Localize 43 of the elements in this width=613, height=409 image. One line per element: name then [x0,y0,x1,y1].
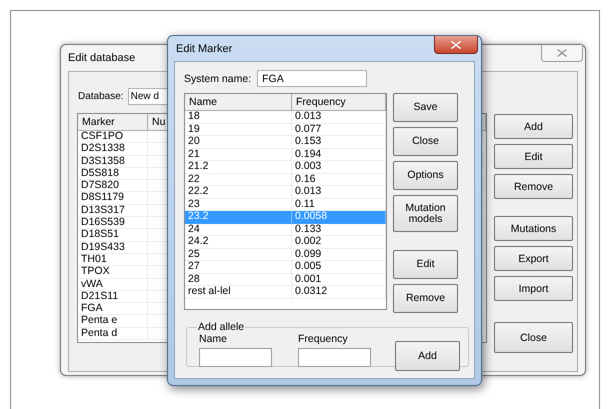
action-button[interactable]: Import [494,276,573,301]
allele-row[interactable]: 22 0.16 [185,174,386,186]
action-button[interactable]: Close [393,127,458,156]
action-button[interactable]: Edit [393,250,458,279]
action-button[interactable]: Edit [494,144,573,169]
allele-row[interactable]: 22.2 0.013 [185,186,386,198]
system-name-label: System name: [184,72,252,84]
column-header[interactable]: Frequency [292,94,386,110]
close-icon [451,40,461,48]
allele-row[interactable]: 19 0.077 [185,124,386,136]
frequency-label: Frequency [298,333,349,345]
allele-row[interactable]: 28 0.001 [185,274,386,286]
action-button[interactable]: Mutations [494,216,573,241]
allele-row[interactable]: 21.2 0.003 [185,161,386,174]
action-button[interactable]: Mutation models [393,195,458,232]
window-title: Edit database [68,52,136,64]
database-label: Database: [78,91,124,102]
allele-row[interactable]: 24.2 0.002 [185,236,386,248]
allele-row[interactable]: 27 0.005 [185,261,386,274]
name-field[interactable] [199,348,272,367]
close-icon [557,49,567,57]
action-button[interactable]: Close [494,322,573,353]
name-label: Name [199,333,228,345]
column-header[interactable]: Name [185,94,292,110]
system-name-field[interactable]: FGA [257,70,368,87]
dialog-title: Edit Marker [176,42,232,54]
action-button[interactable]: Save [393,93,458,122]
action-button[interactable]: Remove [494,174,573,199]
allele-row[interactable]: 24 0.133 [185,224,386,236]
close-button[interactable] [434,36,478,54]
action-button[interactable]: Options [393,161,458,190]
allele-row[interactable]: rest al-lel 0.0312 [185,286,386,298]
action-button[interactable]: Export [494,246,573,271]
allele-row[interactable]: 25 0.099 [185,248,386,261]
add-button[interactable]: Add [395,341,460,371]
action-button[interactable]: Add [494,114,573,139]
frequency-field[interactable] [298,348,371,367]
allele-row[interactable]: 21 0.194 [185,148,386,161]
column-header[interactable]: Marker [78,114,148,130]
group-title: Add allele [197,321,246,333]
action-button[interactable]: Remove [393,284,458,313]
allele-row[interactable]: 20 0.153 [185,136,386,148]
allele-row[interactable]: 18 0.013 [185,111,386,124]
